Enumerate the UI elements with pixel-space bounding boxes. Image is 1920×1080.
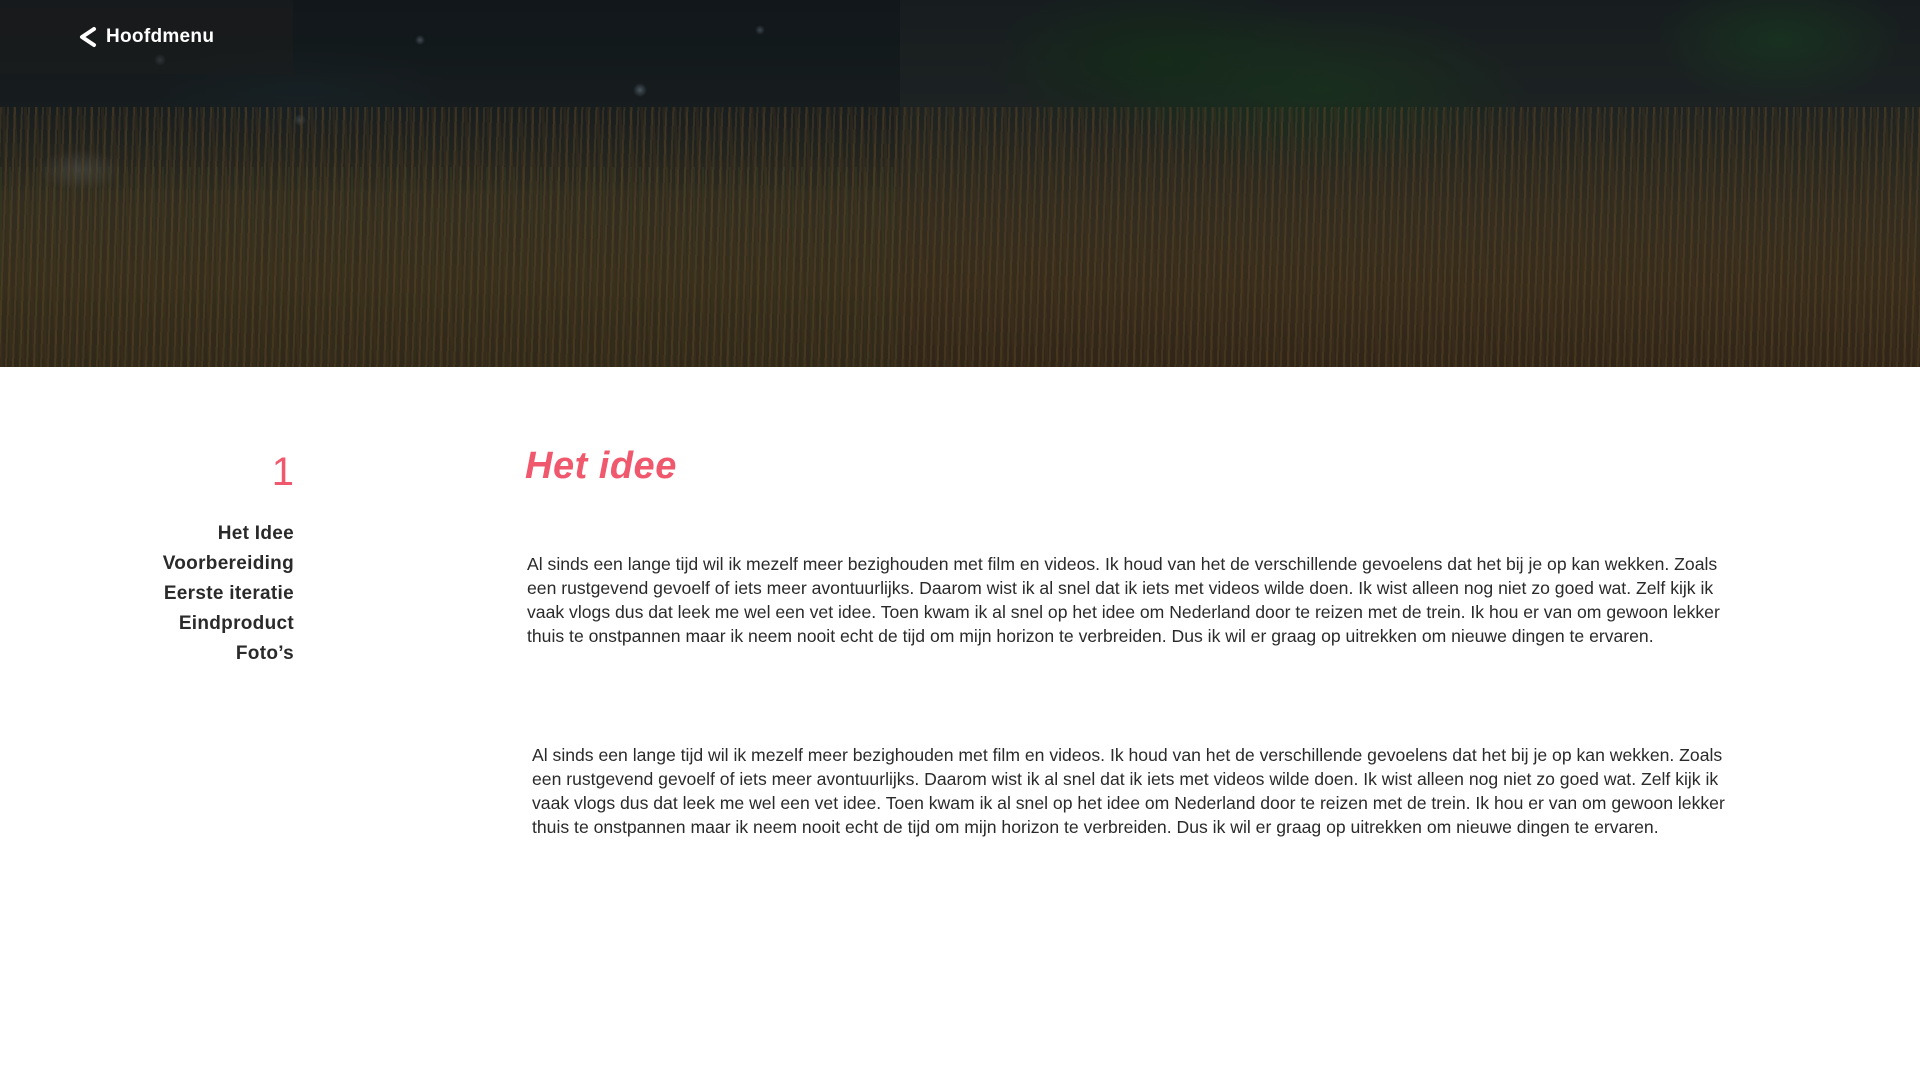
back-button-label: Hoofdmenu [106,26,215,47]
page: Hoofdmenu 1 Het Idee Voorbereiding Eerst… [0,0,1920,1080]
chapter-navigation: Het Idee Voorbereiding Eerste iteratie E… [163,519,294,669]
body-paragraph: Al sinds een lange tijd wil ik mezelf me… [532,745,1725,837]
chapter-number: 1 [271,450,294,494]
nav-item-eindproduct[interactable]: Eindproduct [163,609,294,639]
body-paragraph: Al sinds een lange tijd wil ik mezelf me… [527,554,1720,646]
chevron-left-icon [78,26,98,48]
nav-item-het-idee[interactable]: Het Idee [163,519,294,549]
section-title: Het idee [525,445,677,487]
nav-item-voorbereiding[interactable]: Voorbereiding [163,549,294,579]
nav-item-eerste-iteratie[interactable]: Eerste iteratie [163,579,294,609]
nav-item-fotos[interactable]: Foto’s [163,639,294,669]
back-to-main-menu-button[interactable]: Hoofdmenu [0,0,293,74]
